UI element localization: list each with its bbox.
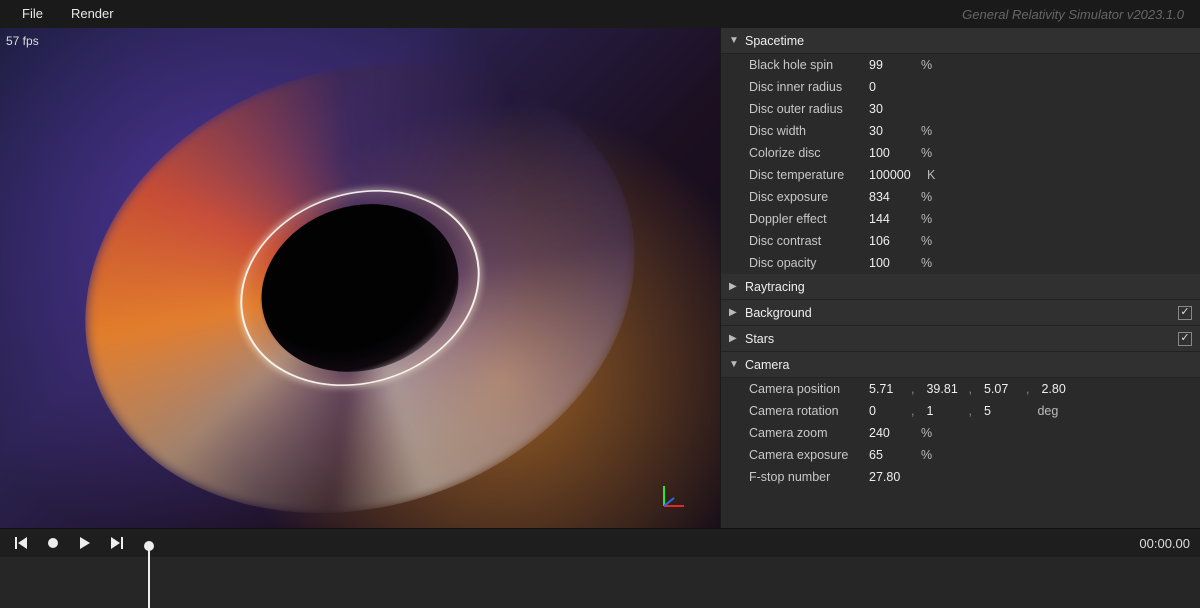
param-disc-opacity[interactable]: Disc opacity 100 % [721,252,1200,274]
param-unit: K [927,168,951,182]
section-camera-label: Camera [741,358,1192,372]
param-disc-exposure[interactable]: Disc exposure 834 % [721,186,1200,208]
menu-file[interactable]: File [8,0,57,28]
param-value[interactable]: 99 [869,58,917,72]
param-label: Disc width [749,124,869,138]
param-value[interactable]: 65 [869,448,917,462]
param-colorize-disc[interactable]: Colorize disc 100 % [721,142,1200,164]
param-value[interactable]: 0 [869,80,917,94]
param-value[interactable]: 5.71, 39.81, 5.07, 2.80 [869,382,1083,396]
menu-render[interactable]: Render [57,0,128,28]
param-value[interactable]: 30 [869,124,917,138]
param-label: Black hole spin [749,58,869,72]
section-stars-header[interactable]: ▶ Stars ✓ [721,326,1200,352]
chevron-right-icon: ▶ [729,333,741,344]
section-background-label: Background [741,306,1178,320]
main-area: 57 fps ▼ Spacetime Black hole spin 99 % … [0,28,1200,528]
param-label: Disc opacity [749,256,869,270]
param-camera-position[interactable]: Camera position 5.71, 39.81, 5.07, 2.80 [721,378,1200,400]
param-label: F-stop number [749,470,869,484]
param-f-stop-number[interactable]: F-stop number 27.80 [721,466,1200,488]
skip-start-button[interactable] [10,532,32,554]
timeline-panel: 00:00.00 [0,528,1200,608]
render-viewport[interactable]: 57 fps [0,28,720,528]
param-unit: % [917,426,941,440]
param-value[interactable]: 100000 [869,168,927,182]
param-unit: % [917,146,941,160]
section-spacetime-body: Black hole spin 99 % Disc inner radius 0… [721,54,1200,274]
param-unit: % [917,234,941,248]
param-label: Disc inner radius [749,80,869,94]
chevron-down-icon: ▼ [729,359,741,370]
param-value[interactable]: 0, 1, 5 deg [869,404,1059,418]
param-value[interactable]: 240 [869,426,917,440]
param-label: Camera zoom [749,426,869,440]
skip-end-icon [110,536,124,550]
param-unit: % [917,212,941,226]
section-stars-label: Stars [741,332,1178,346]
play-button[interactable] [74,532,96,554]
param-doppler-effect[interactable]: Doppler effect 144 % [721,208,1200,230]
param-unit: % [917,124,941,138]
param-disc-outer-radius[interactable]: Disc outer radius 30 [721,98,1200,120]
chevron-down-icon: ▼ [729,35,741,46]
background-checkbox[interactable]: ✓ [1178,306,1192,320]
param-value[interactable]: 100 [869,146,917,160]
param-disc-width[interactable]: Disc width 30 % [721,120,1200,142]
stars-checkbox[interactable]: ✓ [1178,332,1192,346]
fps-counter: 57 fps [6,34,39,48]
param-disc-inner-radius[interactable]: Disc inner radius 0 [721,76,1200,98]
param-unit: % [917,448,941,462]
section-camera-header[interactable]: ▼ Camera [721,352,1200,378]
timeline-controls: 00:00.00 [0,529,1200,557]
param-value[interactable]: 106 [869,234,917,248]
record-button[interactable] [42,532,64,554]
param-black-hole-spin[interactable]: Black hole spin 99 % [721,54,1200,76]
section-raytracing-header[interactable]: ▶ Raytracing [721,274,1200,300]
param-label: Camera rotation [749,404,869,418]
param-camera-rotation[interactable]: Camera rotation 0, 1, 5 deg [721,400,1200,422]
param-label: Disc exposure [749,190,869,204]
param-label: Disc contrast [749,234,869,248]
record-icon [46,536,60,550]
app-version: General Relativity Simulator v2023.1.0 [962,7,1192,22]
section-spacetime-header[interactable]: ▼ Spacetime [721,28,1200,54]
param-label: Camera position [749,382,869,396]
play-icon [78,536,92,550]
param-unit: % [917,190,941,204]
param-value[interactable]: 144 [869,212,917,226]
param-disc-temperature[interactable]: Disc temperature 100000K [721,164,1200,186]
param-value[interactable]: 834 [869,190,917,204]
skip-end-button[interactable] [106,532,128,554]
section-spacetime-label: Spacetime [741,34,1192,48]
param-label: Disc temperature [749,168,869,182]
param-label: Doppler effect [749,212,869,226]
skip-start-icon [14,536,28,550]
menu-bar: File Render General Relativity Simulator… [0,0,1200,28]
playhead[interactable] [148,547,150,608]
param-label: Camera exposure [749,448,869,462]
param-label: Colorize disc [749,146,869,160]
section-raytracing-label: Raytracing [741,280,1192,294]
section-background-header[interactable]: ▶ Background ✓ [721,300,1200,326]
param-value[interactable]: 30 [869,102,917,116]
param-camera-exposure[interactable]: Camera exposure 65 % [721,444,1200,466]
axis-gizmo-icon [660,480,690,510]
param-value[interactable]: 27.80 [869,470,917,484]
chevron-right-icon: ▶ [729,281,741,292]
param-value[interactable]: 100 [869,256,917,270]
timeline-track[interactable] [0,557,1200,608]
param-camera-zoom[interactable]: Camera zoom 240 % [721,422,1200,444]
param-disc-contrast[interactable]: Disc contrast 106 % [721,230,1200,252]
properties-panel[interactable]: ▼ Spacetime Black hole spin 99 % Disc in… [720,28,1200,528]
param-unit: % [917,256,941,270]
chevron-right-icon: ▶ [729,307,741,318]
timeline-time: 00:00.00 [1139,536,1190,551]
param-unit: % [917,58,941,72]
param-label: Disc outer radius [749,102,869,116]
section-camera-body: Camera position 5.71, 39.81, 5.07, 2.80 … [721,378,1200,488]
